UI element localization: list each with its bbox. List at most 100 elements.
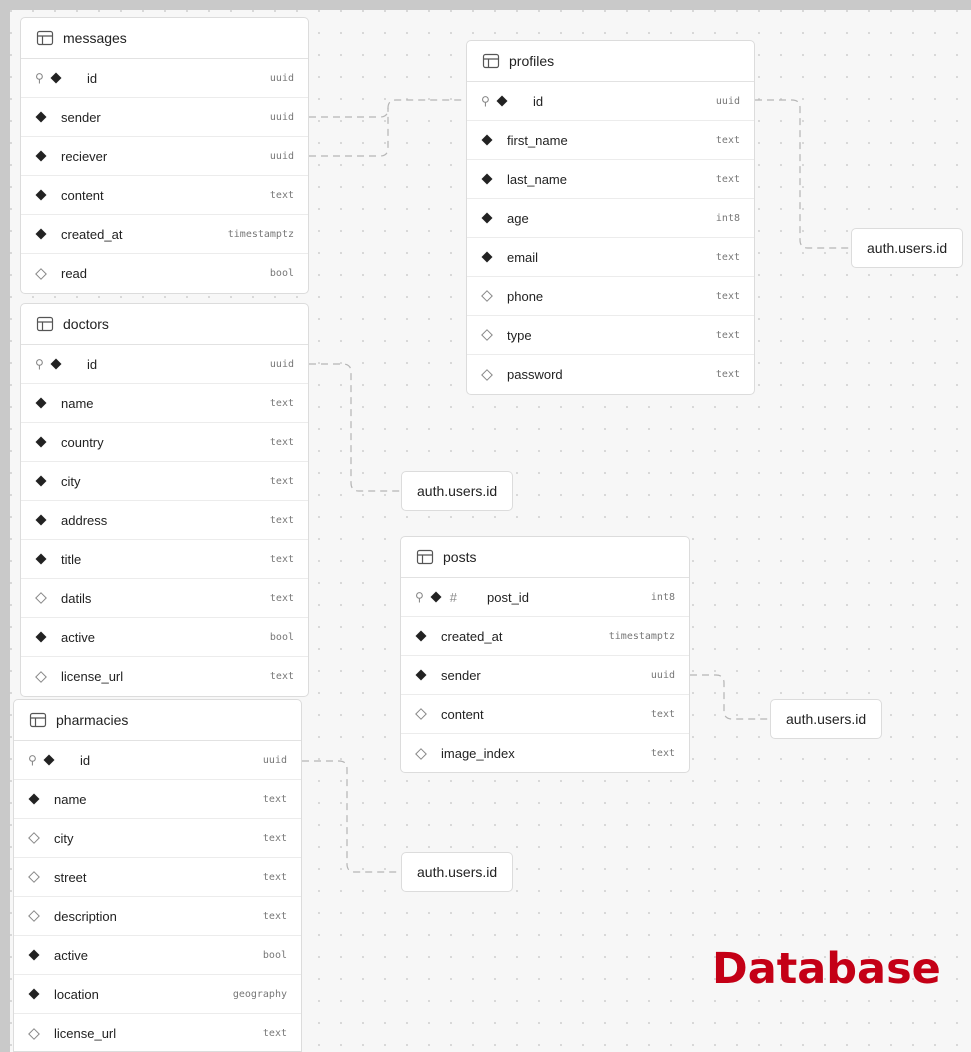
filled-diamond-icon — [430, 591, 442, 603]
column-row[interactable]: license_url text — [21, 657, 308, 696]
column-row[interactable]: address text — [21, 501, 308, 540]
column-name: last_name — [507, 171, 567, 187]
column-name: read — [61, 266, 88, 281]
column-name: post_id — [487, 589, 529, 605]
column-row[interactable]: last_name text — [467, 160, 754, 199]
column-row[interactable]: license_url text — [14, 1014, 301, 1051]
link-messages-reciever-profiles — [309, 108, 389, 157]
column-row[interactable]: created_at timestamptz — [21, 215, 308, 254]
column-row[interactable]: city text — [21, 462, 308, 501]
column-row[interactable]: ⚲ id uuid — [21, 345, 308, 384]
ref-node-auth-users-posts[interactable]: auth.users.id — [770, 699, 883, 739]
column-type: text — [269, 397, 294, 409]
column-row[interactable]: sender uuid — [401, 656, 689, 695]
database-caption: Database — [712, 944, 941, 994]
column-row[interactable]: ⚲ id uuid — [467, 82, 754, 121]
ref-node-auth-users-profiles[interactable]: auth.users.id — [851, 228, 964, 268]
column-name: street — [54, 869, 87, 885]
hollow-diamond-icon — [35, 670, 47, 683]
column-row[interactable]: reciever uuid — [21, 137, 308, 176]
column-row[interactable]: image_index text — [401, 734, 689, 772]
key-icon: ⚲ — [415, 590, 424, 604]
hollow-diamond-icon — [481, 368, 493, 381]
column-row[interactable]: password text — [467, 355, 754, 394]
column-type: text — [269, 671, 294, 682]
column-row[interactable]: name text — [21, 384, 308, 423]
filled-diamond-icon — [415, 669, 427, 681]
column-row[interactable]: content text — [21, 176, 308, 215]
column-name: address — [61, 512, 108, 528]
table-header[interactable]: profiles — [467, 41, 754, 82]
column-row[interactable]: phone text — [467, 277, 754, 316]
column-type: text — [650, 748, 675, 759]
table-header[interactable]: doctors — [21, 304, 308, 345]
column-name: name — [54, 791, 87, 807]
column-type: text — [269, 553, 294, 565]
hollow-diamond-icon — [28, 832, 40, 844]
link-messages-sender-profiles — [309, 99, 466, 118]
column-row[interactable]: location geography — [14, 975, 301, 1014]
column-type: text — [715, 251, 740, 263]
hollow-diamond-icon — [481, 329, 493, 341]
column-row[interactable]: age int8 — [467, 199, 754, 238]
column-row[interactable]: ⚲ # post_id int8 — [401, 578, 689, 617]
filled-diamond-icon — [43, 754, 55, 766]
column-type: uuid — [269, 150, 294, 162]
column-type: text — [262, 793, 287, 805]
column-type: text — [269, 514, 294, 526]
column-type: uuid — [715, 95, 740, 107]
column-name: datils — [61, 590, 92, 606]
column-row[interactable]: read bool — [21, 254, 308, 293]
table-messages[interactable]: messages ⚲ id uuid sender uuid reciever uuid… — [20, 17, 309, 294]
column-name: type — [507, 327, 532, 343]
filled-diamond-icon — [35, 111, 47, 123]
filled-diamond-icon — [481, 251, 493, 263]
column-type: uuid — [269, 111, 294, 123]
column-row[interactable]: country text — [21, 423, 308, 462]
column-name: password — [507, 367, 563, 382]
key-icon: ⚲ — [35, 357, 44, 371]
hollow-diamond-icon — [481, 290, 493, 302]
column-type: timestamptz — [227, 228, 294, 240]
column-row[interactable]: email text — [467, 238, 754, 277]
column-row[interactable]: created_at timestamptz — [401, 617, 689, 656]
ref-label: auth.users.id — [417, 483, 498, 499]
column-name: active — [54, 947, 88, 963]
table-icon — [36, 315, 54, 333]
column-row[interactable]: first_name text — [467, 121, 754, 160]
column-type: text — [262, 832, 287, 844]
column-name: country — [61, 434, 104, 450]
column-type: text — [650, 708, 675, 720]
table-posts[interactable]: posts ⚲ # post_id int8 created_at timestampt… — [400, 536, 690, 773]
column-name: title — [61, 551, 82, 567]
table-pharmacies[interactable]: pharmacies ⚲ id uuid name text city text str… — [13, 699, 302, 1052]
ref-node-auth-users-pharmacies[interactable]: auth.users.id — [401, 852, 514, 892]
column-row[interactable]: datils text — [21, 579, 308, 618]
table-header[interactable]: messages — [21, 18, 308, 59]
column-row[interactable]: description text — [14, 897, 301, 936]
column-type: uuid — [269, 72, 294, 84]
column-row[interactable]: street text — [14, 858, 301, 897]
column-row[interactable]: city text — [14, 819, 301, 858]
column-name: active — [61, 629, 95, 645]
column-row[interactable]: name text — [14, 780, 301, 819]
column-row[interactable]: active bool — [21, 618, 308, 657]
table-header[interactable]: posts — [401, 537, 689, 578]
filled-diamond-icon — [28, 949, 40, 961]
filled-diamond-icon — [481, 212, 493, 224]
table-profiles[interactable]: profiles ⚲ id uuid first_name text last_nam… — [466, 40, 755, 395]
ref-label: auth.users.id — [786, 711, 867, 727]
column-row[interactable]: type text — [467, 316, 754, 355]
table-header[interactable]: pharmacies — [14, 700, 301, 741]
column-row[interactable]: sender uuid — [21, 98, 308, 137]
table-doctors[interactable]: doctors ⚲ id uuid name text country text cit… — [20, 303, 309, 697]
filled-diamond-icon — [35, 189, 47, 201]
column-row[interactable]: ⚲ id uuid — [21, 59, 308, 98]
column-name: image_index — [441, 746, 515, 761]
ref-node-auth-users-doctors[interactable]: auth.users.id — [401, 471, 514, 511]
column-row[interactable]: content text — [401, 695, 689, 734]
column-row[interactable]: active bool — [14, 936, 301, 975]
column-row[interactable]: ⚲ id uuid — [14, 741, 301, 780]
column-name: reciever — [61, 148, 108, 164]
column-row[interactable]: title text — [21, 540, 308, 579]
